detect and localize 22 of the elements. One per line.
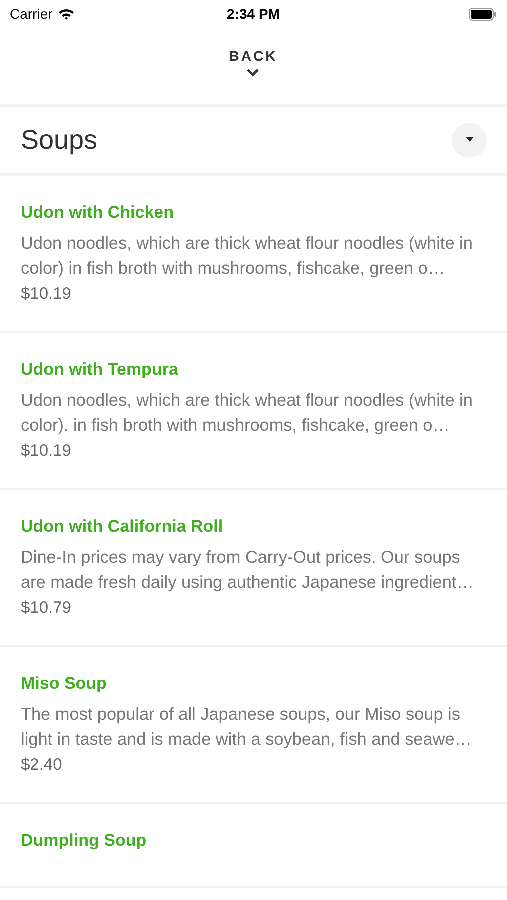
item-name[interactable]: Miso Soup (21, 674, 487, 694)
caret-down-icon (466, 137, 474, 143)
carrier-label: Carrier (10, 6, 53, 22)
item-description: Dine-In prices may vary from Carry-Out prices. Our soups are made fresh daily using authentic Japanese ingredient… (21, 546, 475, 594)
item-name[interactable]: Udon with Chicken (21, 203, 487, 223)
clock-time: 2:34 PM (227, 6, 280, 22)
collapse-button[interactable] (452, 122, 487, 158)
item-name[interactable]: Udon with California Roll (21, 517, 487, 537)
item-price: $10.79 (21, 599, 72, 618)
wifi-icon (58, 8, 75, 20)
item-price: $2.40 (21, 756, 64, 775)
item-name[interactable]: Dumpling Soup (21, 831, 487, 851)
item-description: The most popular of all Japanese soups, our Miso soup is light in taste and is made with a soybean, fish and seawe… (21, 703, 473, 751)
chevron-down-icon (247, 69, 260, 77)
item-description: Udon noodles, which are thick wheat flour noodles (white in color) in fish broth with mushrooms, fishcake, green o… (21, 232, 474, 280)
back-button[interactable]: BACK (229, 28, 278, 104)
item-name[interactable]: Udon with Tempura (21, 360, 487, 380)
item-description: Udon noodles, which are thick wheat flour noodles (white in color). in fish broth with mushrooms, fishcake, green o… (21, 389, 474, 437)
item-price: $10.19 (21, 442, 72, 461)
section-title: Soups (21, 124, 98, 156)
battery-icon (469, 8, 497, 20)
item-price: $10.19 (21, 285, 72, 304)
